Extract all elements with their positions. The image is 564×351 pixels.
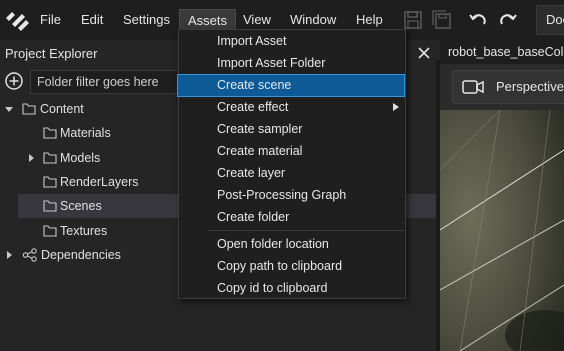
app-logo-icon (6, 12, 29, 31)
menu-item-label: Copy path to clipboard (217, 259, 343, 273)
chevron-right-icon[interactable] (4, 250, 14, 260)
folder-filter-input[interactable] (30, 70, 190, 94)
menu-item-create-material[interactable]: Create material (179, 141, 405, 162)
folder-icon (43, 200, 57, 212)
camera-icon (462, 80, 484, 94)
menu-edit[interactable]: Edit (81, 12, 103, 28)
redo-icon[interactable] (497, 10, 519, 30)
menu-item-label: Import Asset Folder (217, 56, 326, 70)
menu-window[interactable]: Window (290, 12, 336, 28)
tree-label: Dependencies (41, 248, 121, 262)
menu-separator (208, 230, 404, 231)
close-icon[interactable] (416, 45, 432, 61)
undo-icon[interactable] (467, 10, 489, 30)
menu-item-label: Post-Processing Graph (217, 188, 347, 202)
folder-icon (43, 176, 57, 188)
tree-label: RenderLayers (60, 175, 139, 189)
menu-item-label: Create scene (217, 78, 292, 92)
menu-item-label: Create effect (217, 100, 289, 114)
menu-item-copy-id[interactable]: Copy id to clipboard (179, 278, 405, 299)
folder-icon (43, 152, 57, 164)
tree-label: Materials (60, 126, 111, 140)
menu-file[interactable]: File (40, 12, 61, 28)
save-icon[interactable] (402, 10, 424, 30)
add-folder-icon[interactable] (4, 71, 24, 91)
menu-item-copy-path[interactable]: Copy path to clipboard (179, 256, 405, 277)
menu-item-create-layer[interactable]: Create layer (179, 163, 405, 184)
menu-item-create-scene[interactable]: Create scene (177, 74, 405, 97)
folder-icon (22, 103, 36, 115)
menu-item-post-processing-graph[interactable]: Post-Processing Graph (179, 185, 405, 206)
menu-item-create-effect[interactable]: Create effect (179, 97, 405, 118)
doc-button[interactable]: Doc (536, 5, 564, 35)
menu-item-label: Import Asset (217, 34, 287, 48)
perspective-label: Perspective (496, 79, 564, 94)
menu-settings[interactable]: Settings (123, 12, 170, 28)
menu-item-label: Copy id to clipboard (217, 281, 328, 295)
chevron-right-icon[interactable] (26, 153, 36, 163)
menu-item-create-folder[interactable]: Create folder (179, 207, 405, 228)
save-all-icon[interactable] (431, 10, 453, 30)
menu-help[interactable]: Help (356, 12, 383, 28)
submenu-arrow-icon (393, 103, 399, 111)
menu-item-open-folder-location[interactable]: Open folder location (179, 234, 405, 255)
viewport-scene[interactable] (440, 110, 564, 351)
panel-title: Project Explorer (5, 46, 98, 61)
chevron-down-icon[interactable] (4, 104, 14, 114)
menu-item-label: Open folder location (217, 237, 329, 251)
menu-item-label: Create layer (217, 166, 286, 180)
tree-label: Scenes (60, 199, 102, 213)
menu-item-label: Create material (217, 144, 303, 158)
menu-item-import-asset-folder[interactable]: Import Asset Folder (179, 53, 405, 74)
folder-icon (43, 225, 57, 237)
menu-item-label: Create sampler (217, 122, 303, 136)
tree-label: Models (60, 151, 101, 165)
menu-view[interactable]: View (243, 12, 271, 28)
dependencies-icon (22, 248, 37, 262)
viewport-tab-title[interactable]: robot_base_baseColo (448, 45, 564, 59)
menu-item-create-sampler[interactable]: Create sampler (179, 119, 405, 140)
tree-label: Textures (60, 224, 108, 238)
folder-icon (43, 127, 57, 139)
tree-label: Content (40, 102, 84, 116)
menu-item-label: Create folder (217, 210, 290, 224)
menu-assets[interactable]: Assets (179, 9, 237, 31)
menu-item-import-asset[interactable]: Import Asset (179, 31, 405, 52)
